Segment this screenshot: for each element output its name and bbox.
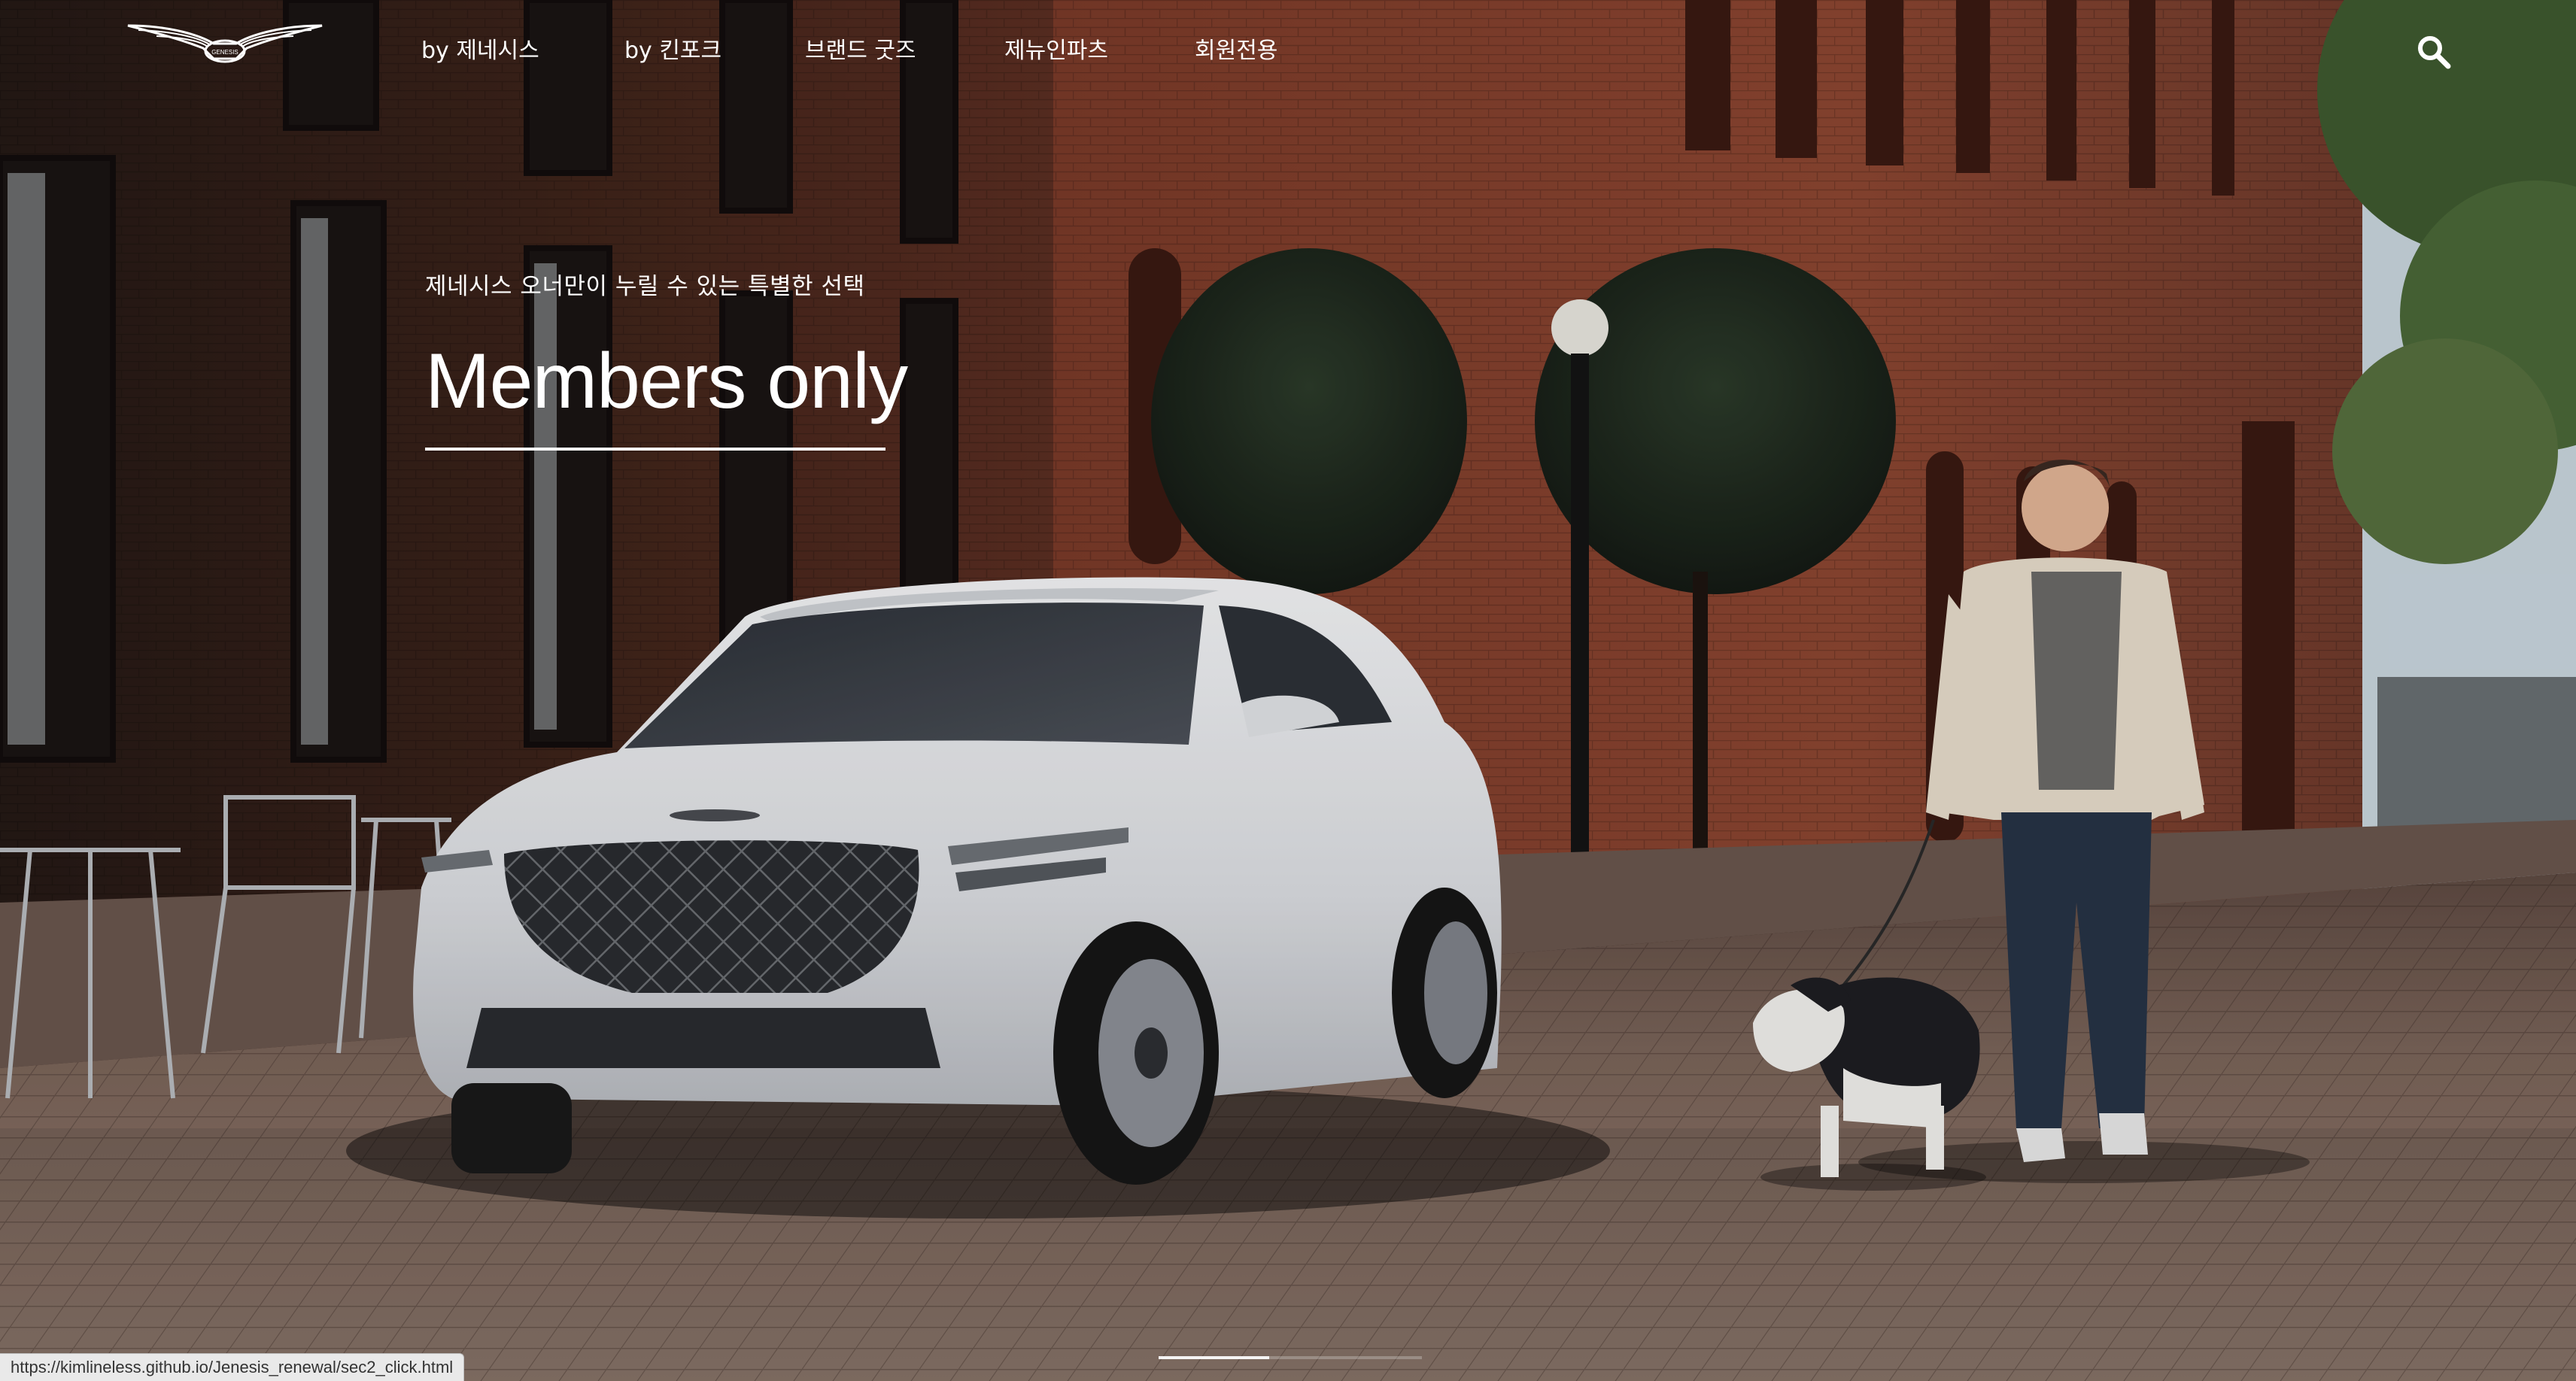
hero-title-underline bbox=[425, 448, 886, 451]
hero-section: 제네시스 오너만이 누릴 수 있는 특별한 선택 Members only bbox=[425, 267, 908, 451]
nav-item-genuine-parts[interactable]: 제뉴인파츠 bbox=[1004, 32, 1195, 65]
search-icon bbox=[2418, 36, 2451, 69]
genesis-wings-logo-icon: GENESIS bbox=[127, 24, 323, 63]
svg-text:GENESIS: GENESIS bbox=[211, 49, 238, 56]
hero-background-image bbox=[0, 0, 2576, 1381]
slide-progress-fill bbox=[1159, 1356, 1269, 1359]
hero-subtitle: 제네시스 오너만이 누릴 수 있는 특별한 선택 bbox=[425, 273, 865, 300]
main-nav: by 제네시스 by 킨포크 브랜드 굿즈 제뉴인파츠 회원전용 bbox=[421, 32, 1277, 65]
site-header: GENESIS by 제네시스 by 킨포크 브랜드 굿즈 제뉴인파츠 회원전용 bbox=[0, 0, 2576, 98]
hero-title: Members only bbox=[425, 338, 908, 425]
slide-progress-bar bbox=[1159, 1356, 1422, 1359]
genesis-logo[interactable]: GENESIS bbox=[126, 21, 324, 71]
nav-item-by-kinfolk[interactable]: by 킨포크 bbox=[624, 32, 805, 65]
nav-item-brand-goods[interactable]: 브랜드 굿즈 bbox=[805, 32, 1004, 65]
nav-item-members-only[interactable]: 회원전용 bbox=[1195, 32, 1277, 65]
search-button[interactable] bbox=[2415, 33, 2453, 71]
nav-item-by-genesis[interactable]: by 제네시스 bbox=[421, 32, 624, 65]
status-bar-url: https://kimlineless.github.io/Jenesis_re… bbox=[0, 1353, 465, 1381]
